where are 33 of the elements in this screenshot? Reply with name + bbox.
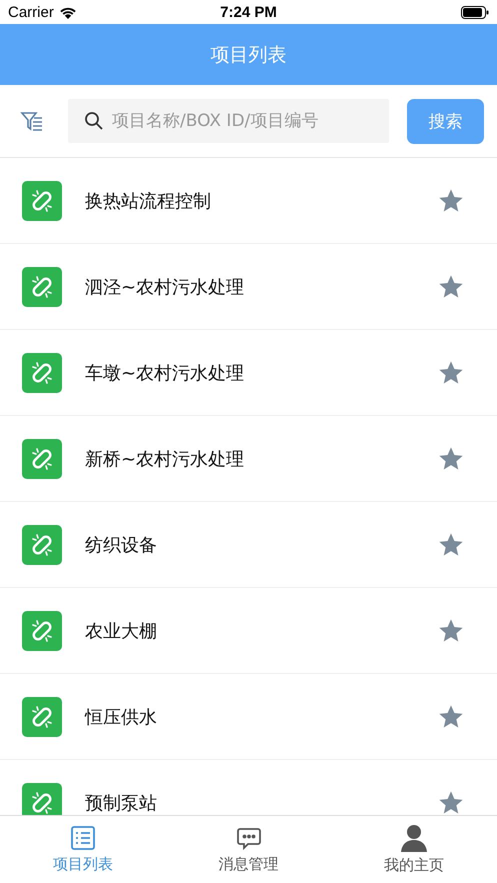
page-title: 项目列表 xyxy=(210,42,286,68)
list-icon xyxy=(70,825,96,851)
project-row[interactable]: 恒压供水 xyxy=(0,674,497,760)
project-row[interactable]: 纺织设备 xyxy=(0,502,497,588)
project-name: 新桥~农村污水处理 xyxy=(85,448,246,470)
project-row[interactable]: 泗泾~农村污水处理 xyxy=(0,244,497,330)
project-row[interactable]: 换热站流程控制 xyxy=(0,158,497,244)
link-icon xyxy=(22,352,62,392)
project-name: 农业大棚 xyxy=(85,620,158,642)
filter-icon[interactable] xyxy=(20,109,44,133)
project-name: 换热站流程控制 xyxy=(85,190,212,212)
person-icon xyxy=(400,824,428,852)
project-row[interactable]: 农业大棚 xyxy=(0,588,497,674)
project-row[interactable]: 新桥~农村污水处理 xyxy=(0,416,497,502)
link-icon xyxy=(22,438,62,478)
project-name: 恒压供水 xyxy=(85,706,158,728)
project-name: 预制泵站 xyxy=(85,792,158,814)
project-name: 泗泾~农村污水处理 xyxy=(85,276,246,298)
link-icon xyxy=(22,610,62,650)
link-icon xyxy=(22,266,62,306)
search-field[interactable]: 项目名称/BOX ID/项目编号 xyxy=(68,99,389,143)
link-icon xyxy=(22,696,62,736)
project-name: 纺织设备 xyxy=(85,534,158,556)
project-name: 车墩~农村污水处理 xyxy=(85,362,246,384)
wifi-icon xyxy=(58,6,77,18)
link-icon xyxy=(22,782,62,815)
project-row[interactable]: 车墩~农村污水处理 xyxy=(0,330,497,416)
link-icon xyxy=(22,524,62,564)
chat-bubble-icon xyxy=(236,825,262,851)
battery-icon xyxy=(460,6,489,18)
status-time: 7:24 PM xyxy=(220,4,277,20)
link-icon xyxy=(22,180,62,220)
carrier-name: Carrier xyxy=(8,4,54,20)
